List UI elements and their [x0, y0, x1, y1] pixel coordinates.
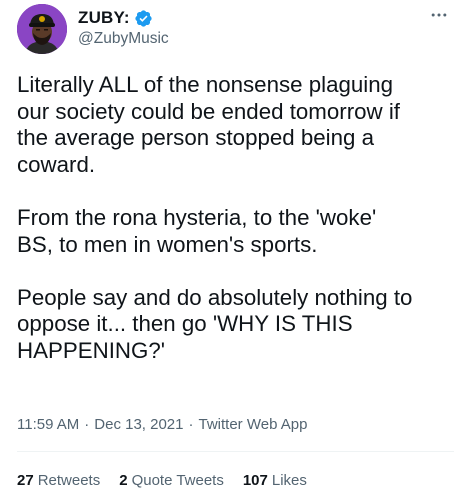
meta-separator: ·	[84, 416, 90, 433]
quote-tweets-stat[interactable]: 2 Quote Tweets	[119, 472, 224, 489]
more-options-icon[interactable]	[427, 5, 451, 25]
verified-badge-icon	[135, 9, 152, 27]
avatar-image	[17, 4, 67, 54]
tweet-date[interactable]: Dec 13, 2021	[94, 416, 183, 433]
display-name-row: ZUBY:	[78, 7, 169, 29]
tweet-card: ZUBY: @ZubyMusic Literally ALL of the no…	[0, 0, 471, 500]
tweet-source[interactable]: Twitter Web App	[199, 416, 308, 433]
meta-separator: ·	[188, 416, 194, 433]
tweet-meta: 11:59 AM · Dec 13, 2021 · Twitter Web Ap…	[17, 416, 307, 433]
tweet-header: ZUBY: @ZubyMusic	[17, 3, 457, 55]
avatar[interactable]	[17, 4, 67, 54]
tweet-time[interactable]: 11:59 AM	[17, 416, 79, 433]
user-handle[interactable]: @ZubyMusic	[78, 30, 169, 48]
divider	[17, 451, 454, 452]
retweets-count: 27	[17, 472, 34, 489]
display-name[interactable]: ZUBY:	[78, 8, 130, 28]
more-dots-glyph	[431, 13, 447, 17]
retweets-label: Retweets	[37, 472, 101, 489]
likes-stat[interactable]: 107 Likes	[243, 472, 307, 489]
quote-tweets-count: 2	[119, 472, 128, 489]
tweet-stats: 27 Retweets 2 Quote Tweets 107 Likes	[17, 472, 326, 489]
quote-tweets-label: Quote Tweets	[131, 472, 224, 489]
likes-label: Likes	[271, 472, 307, 489]
likes-count: 107	[242, 472, 268, 489]
tweet-text: Literally ALL of the nonsense plaguing o…	[17, 72, 413, 363]
user-names: ZUBY: @ZubyMusic	[78, 7, 169, 48]
retweets-stat[interactable]: 27 Retweets	[17, 472, 100, 489]
